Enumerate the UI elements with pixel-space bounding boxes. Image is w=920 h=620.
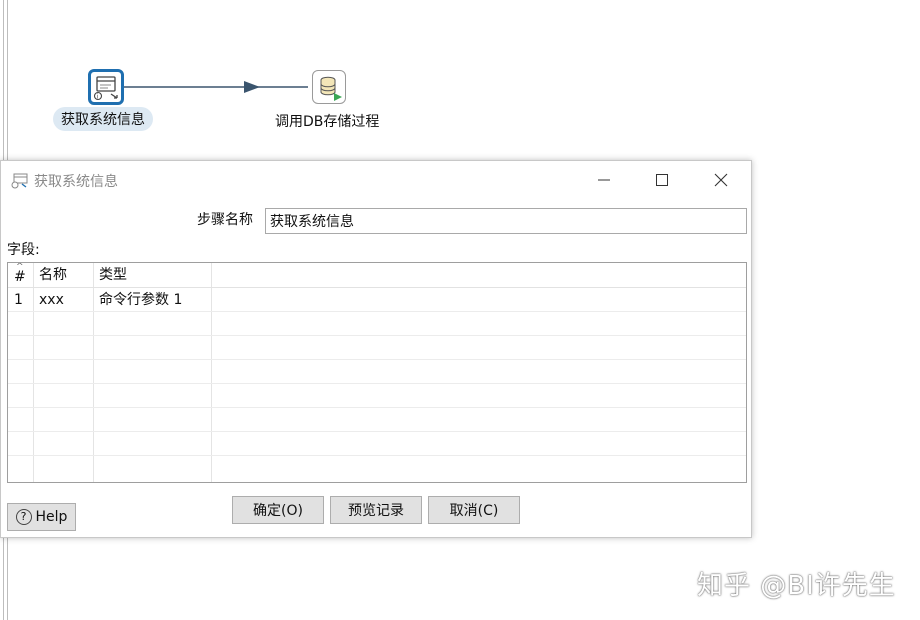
step-label: 获取系统信息: [53, 107, 153, 131]
close-icon: [714, 173, 728, 187]
step-name-input[interactable]: [265, 208, 747, 234]
table-cell[interactable]: 1: [8, 288, 34, 311]
get-system-info-dialog: 获取系统信息 步骤名称 字段: ^ # 名称 类型 1 xxx 命令行参数 1: [0, 160, 752, 538]
maximize-button[interactable]: [639, 165, 685, 195]
column-header[interactable]: #: [8, 263, 34, 287]
step-label: 调用DB存储过程: [275, 114, 380, 130]
dialog-titlebar[interactable]: 获取系统信息: [1, 161, 751, 199]
table-row-empty[interactable]: [8, 312, 746, 336]
system-info-icon: [11, 173, 29, 193]
dialog-title: 获取系统信息: [34, 174, 118, 190]
column-header[interactable]: 名称: [34, 263, 94, 287]
table-row-empty[interactable]: [8, 432, 746, 456]
system-info-icon[interactable]: i: [88, 69, 124, 105]
ok-button[interactable]: 确定(O): [232, 496, 324, 524]
table-cell[interactable]: 命令行参数 1: [94, 288, 212, 311]
table-row[interactable]: 1 xxx 命令行参数 1: [8, 288, 746, 312]
help-button[interactable]: ? Help: [7, 503, 76, 531]
cancel-button[interactable]: 取消(C): [428, 496, 520, 524]
step-name-label: 步骤名称: [197, 212, 253, 228]
watermark: 知乎 @BI许先生: [697, 571, 896, 601]
minimize-button[interactable]: [581, 165, 627, 195]
column-header[interactable]: 类型: [94, 263, 212, 287]
preview-button[interactable]: 预览记录: [330, 496, 422, 524]
help-button-label: Help: [35, 509, 68, 525]
table-row-empty[interactable]: [8, 384, 746, 408]
table-cell[interactable]: [212, 288, 746, 311]
column-header[interactable]: [212, 263, 746, 287]
db-procedure-icon[interactable]: [312, 70, 346, 104]
table-cell[interactable]: xxx: [34, 288, 94, 311]
table-row-empty[interactable]: [8, 408, 746, 432]
hop-arrow[interactable]: [122, 78, 322, 98]
fields-label: 字段:: [7, 242, 40, 258]
table-header-row: ^ # 名称 类型: [8, 263, 746, 288]
fields-table[interactable]: ^ # 名称 类型 1 xxx 命令行参数 1: [7, 262, 747, 483]
close-button[interactable]: [698, 165, 744, 195]
table-row-empty[interactable]: [8, 456, 746, 482]
help-icon: ?: [15, 509, 32, 525]
table-row-empty[interactable]: [8, 336, 746, 360]
table-row-empty[interactable]: [8, 360, 746, 384]
